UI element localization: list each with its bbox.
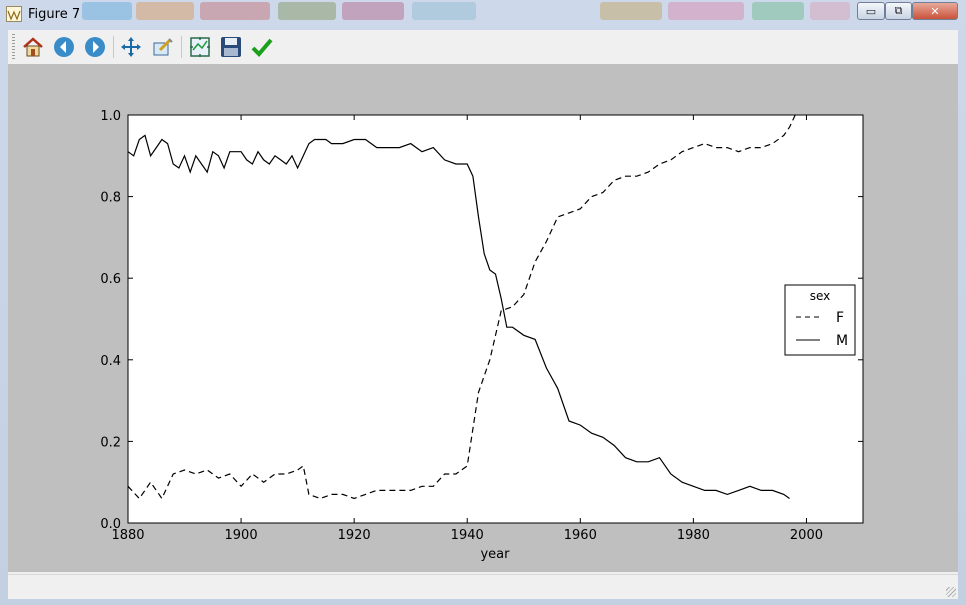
zoom-button[interactable] — [151, 35, 175, 59]
background-tab-ghost — [412, 2, 476, 20]
figure-client-area: 1880 1900 1920 1940 1960 1980 2000 0.0 0.2 0.4 0.… — [8, 30, 958, 599]
pan-button[interactable] — [119, 35, 143, 59]
back-arrow-icon — [54, 37, 74, 57]
home-icon — [23, 37, 43, 57]
title-bar[interactable]: Figure 7 ▭ ⧉ ✕ — [0, 0, 966, 28]
x-axis-label: year — [480, 547, 510, 562]
y-tick-label: 1.0 — [100, 109, 121, 124]
forward-arrow-icon — [85, 37, 105, 57]
app-icon — [6, 6, 22, 22]
plot-area — [127, 114, 864, 524]
back-button[interactable] — [52, 35, 76, 59]
toolbar-grip[interactable] — [12, 34, 15, 60]
x-tick-label: 1940 — [451, 528, 484, 543]
checkmark-icon — [251, 38, 273, 57]
resize-grip[interactable] — [946, 587, 956, 597]
minimize-icon: ▭ — [865, 4, 877, 18]
y-tick-label: 0.4 — [100, 354, 121, 369]
y-tick-label: 0.0 — [100, 517, 121, 532]
background-tab-ghost — [668, 2, 744, 20]
background-tab-ghost — [82, 2, 132, 20]
maximize-button[interactable]: ⧉ — [885, 2, 912, 20]
x-tick-label: 2000 — [790, 528, 823, 543]
background-tab-ghost — [600, 2, 662, 20]
figure-canvas[interactable]: 1880 1900 1920 1940 1960 1980 2000 0.0 0.2 0.4 0.… — [8, 64, 958, 572]
pan-arrows-icon — [121, 37, 141, 57]
y-tick-label: 0.6 — [100, 272, 121, 287]
y-tick-label: 0.2 — [100, 435, 121, 450]
application-window: Figure 7 ▭ ⧉ ✕ 1880 1900 1920 1940 1960 … — [0, 0, 966, 605]
subplots-button[interactable] — [188, 35, 212, 59]
toolbar-separator — [113, 36, 114, 58]
line-chart: 1880 1900 1920 1940 1960 1980 2000 0.00.20.40.… — [100, 109, 864, 562]
status-bar — [8, 574, 958, 599]
close-button[interactable]: ✕ — [912, 2, 958, 20]
y-tick-label: 0.8 — [100, 191, 121, 206]
background-tab-ghost — [342, 2, 404, 20]
legend-label-f: F — [836, 310, 844, 326]
save-button[interactable] — [219, 35, 243, 59]
background-tab-ghost — [136, 2, 194, 20]
home-button[interactable] — [21, 35, 45, 59]
x-tick-label: 1900 — [225, 528, 258, 543]
legend-title: sex — [810, 289, 831, 303]
close-icon: ✕ — [930, 4, 940, 18]
navigation-toolbar — [8, 30, 958, 65]
x-tick-label: 1960 — [564, 528, 597, 543]
background-tab-ghost — [200, 2, 270, 20]
background-tab-ghost — [810, 2, 850, 20]
background-tab-ghost — [278, 2, 336, 20]
maximize-icon: ⧉ — [894, 4, 903, 17]
floppy-save-icon — [221, 37, 241, 57]
forward-button[interactable] — [83, 35, 107, 59]
legend-label-m: M — [836, 333, 848, 349]
legend: sex F M — [784, 284, 856, 356]
background-tab-ghost — [752, 2, 804, 20]
minimize-button[interactable]: ▭ — [857, 2, 885, 20]
x-tick-label: 1920 — [338, 528, 371, 543]
zoom-rect-icon — [153, 38, 173, 56]
subplots-icon — [190, 37, 210, 57]
toolbar-separator — [181, 36, 182, 58]
window-title: Figure 7 — [28, 7, 81, 22]
x-tick-label: 1980 — [677, 528, 710, 543]
edit-parameters-button[interactable] — [250, 35, 274, 59]
